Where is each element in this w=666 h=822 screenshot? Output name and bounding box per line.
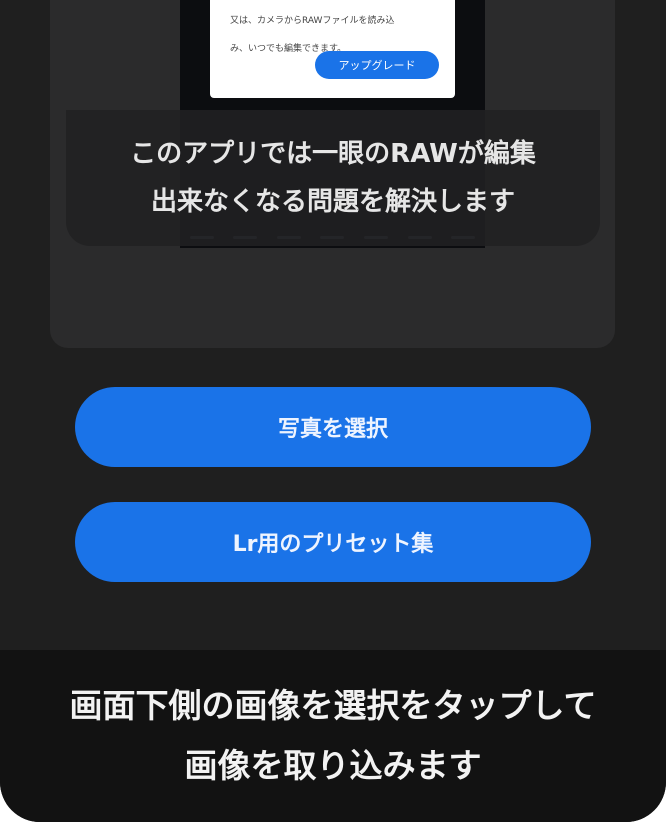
instruction-panel: 画面下側の画像を選択をタップして 画像を取り込みます: [0, 650, 666, 822]
preview-card: 又は、カメラからRAWファイルを読み込 み、いつでも編集できます。 アップグレー…: [50, 0, 615, 348]
dialog-line-1: 又は、カメラからRAWファイルを読み込: [230, 16, 395, 26]
instruction-line-1: 画面下側の画像を選択をタップして: [69, 686, 597, 725]
caption-line-2: 出来なくなる問題を解決します: [150, 187, 515, 217]
caption-overlay: このアプリでは一眼のRAWが編集 出来なくなる問題を解決します: [66, 110, 600, 246]
select-photo-button[interactable]: 写真を選択: [75, 387, 591, 467]
upgrade-button: アップグレード: [315, 51, 439, 79]
instruction-line-2: 画像を取り込みます: [184, 746, 482, 785]
app-screen: 又は、カメラからRAWファイルを読み込 み、いつでも編集できます。 アップグレー…: [0, 0, 666, 822]
caption-line-1: このアプリでは一眼のRAWが編集: [130, 139, 536, 169]
lr-presets-button[interactable]: Lr用のプリセット集: [75, 502, 591, 582]
upgrade-dialog: 又は、カメラからRAWファイルを読み込 み、いつでも編集できます。: [210, 0, 455, 98]
